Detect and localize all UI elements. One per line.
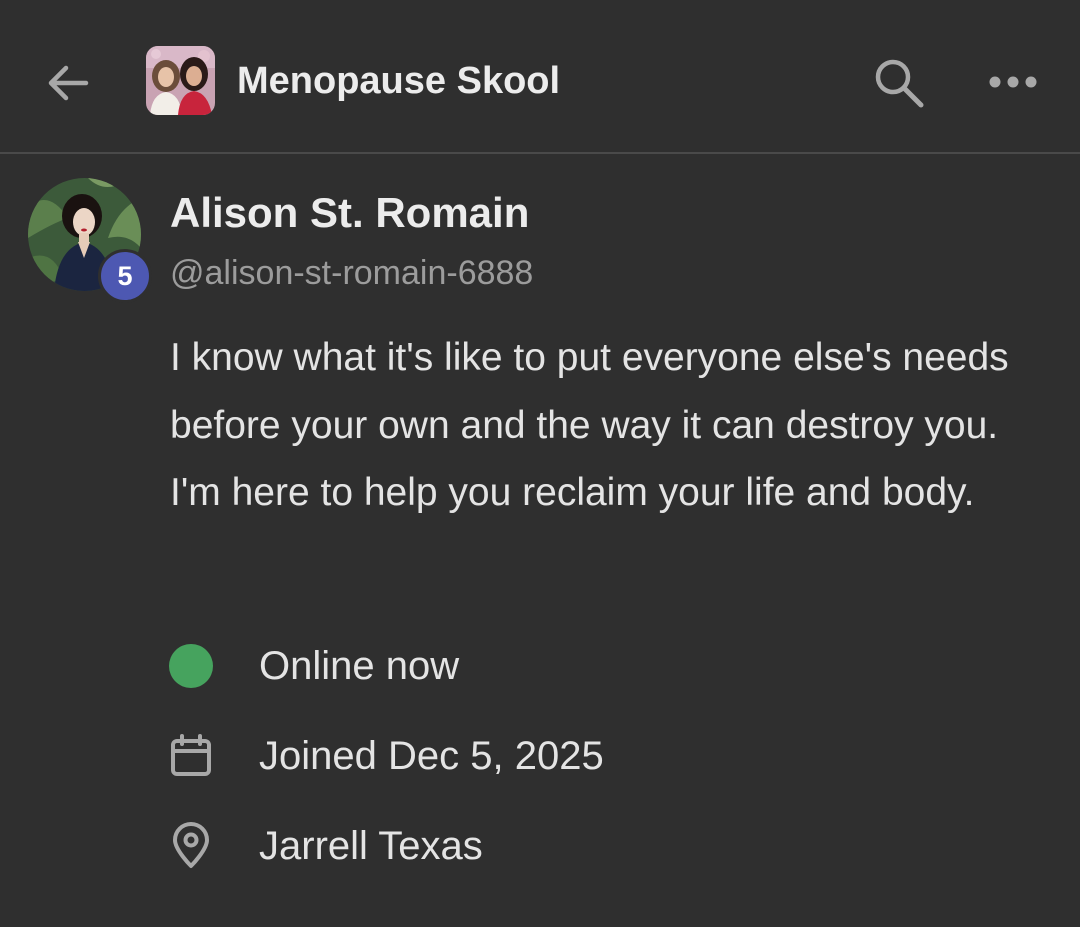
top-bar: Menopause Skool — [0, 0, 1080, 154]
joined-date-row: Joined Dec 5, 2025 — [166, 728, 604, 784]
online-status-dot-icon — [169, 644, 213, 688]
profile-screen: Menopause Skool 5 Alison St. Romain @ali… — [0, 0, 1080, 927]
online-status-text: Online now — [259, 644, 460, 688]
level-badge: 5 — [98, 249, 152, 303]
group-title[interactable]: Menopause Skool — [237, 58, 560, 104]
search-button[interactable] — [868, 52, 930, 114]
arrow-left-icon — [48, 65, 89, 101]
back-button[interactable] — [40, 55, 96, 111]
joined-date-text: Joined Dec 5, 2025 — [259, 734, 604, 778]
more-options-button[interactable] — [982, 56, 1044, 108]
location-row: Jarrell Texas — [166, 818, 483, 874]
calendar-icon — [171, 734, 211, 776]
group-avatar[interactable] — [146, 46, 215, 115]
search-icon — [875, 59, 924, 108]
profile-handle: @alison-st-romain-6888 — [170, 254, 534, 292]
location-pin-icon — [173, 822, 209, 868]
online-status-row: Online now — [166, 638, 459, 694]
profile-bio: I know what it's like to put everyone el… — [170, 336, 1009, 514]
more-horizontal-icon — [989, 76, 1037, 88]
profile-name: Alison St. Romain — [170, 189, 530, 236]
group-photo — [146, 46, 215, 115]
location-text: Jarrell Texas — [259, 824, 483, 868]
